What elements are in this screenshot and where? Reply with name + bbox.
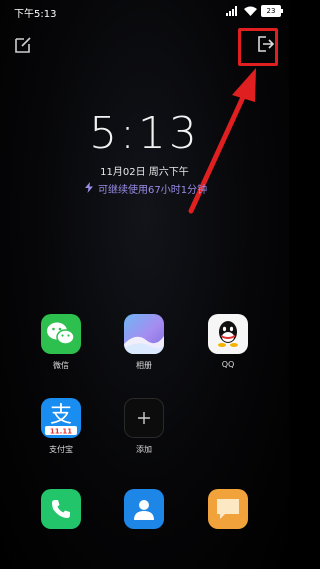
lightning-icon	[85, 181, 93, 196]
app-wechat[interactable]: 微信	[31, 314, 91, 371]
dock-phone[interactable]	[31, 489, 91, 529]
alipay-icon: 支 11.11	[41, 398, 81, 438]
status-time: 下午5:13	[14, 9, 57, 20]
status-bar: 下午5:13 23	[0, 0, 289, 22]
signal-icon	[226, 6, 240, 16]
battery-level: 23	[266, 7, 276, 15]
svg-text:支: 支	[50, 403, 72, 428]
highlight-box	[238, 28, 278, 66]
app-alipay[interactable]: 支 11.11 支付宝	[31, 398, 91, 455]
app-add[interactable]: 添加	[114, 398, 174, 455]
phone-icon	[41, 489, 81, 529]
app-label: 相册	[136, 361, 152, 370]
app-label: 微信	[53, 361, 69, 370]
clock-time: 5:13	[89, 108, 200, 159]
app-qq[interactable]: QQ	[198, 314, 258, 369]
annotation-arrow	[188, 68, 256, 214]
battery-estimate: 可继续使用67小时1分钟	[85, 181, 207, 196]
dock-messages[interactable]	[198, 489, 258, 529]
clock-date: 11月02日 周六下午	[100, 167, 189, 178]
plus-icon	[124, 398, 164, 438]
app-label: QQ	[221, 360, 235, 369]
battery-estimate-text: 可继续使用67小时1分钟	[98, 185, 208, 196]
gallery-icon	[124, 314, 164, 354]
svg-text:11.11: 11.11	[50, 428, 72, 436]
battery-icon: 23	[261, 5, 283, 17]
app-gallery[interactable]: 相册	[114, 314, 174, 371]
wifi-icon	[244, 6, 257, 16]
app-label: 添加	[136, 445, 152, 454]
messages-icon	[208, 489, 248, 529]
qq-icon	[208, 314, 248, 354]
app-label: 支付宝	[49, 445, 73, 454]
wechat-icon	[41, 314, 81, 354]
contacts-icon	[124, 489, 164, 529]
edit-icon[interactable]	[13, 35, 33, 55]
home-screen: 下午5:13 23 5:13 11月02日 周六下午 可继续使用67小时1分钟 …	[0, 0, 289, 569]
dock-contacts[interactable]	[114, 489, 174, 529]
status-icons: 23	[226, 4, 283, 18]
